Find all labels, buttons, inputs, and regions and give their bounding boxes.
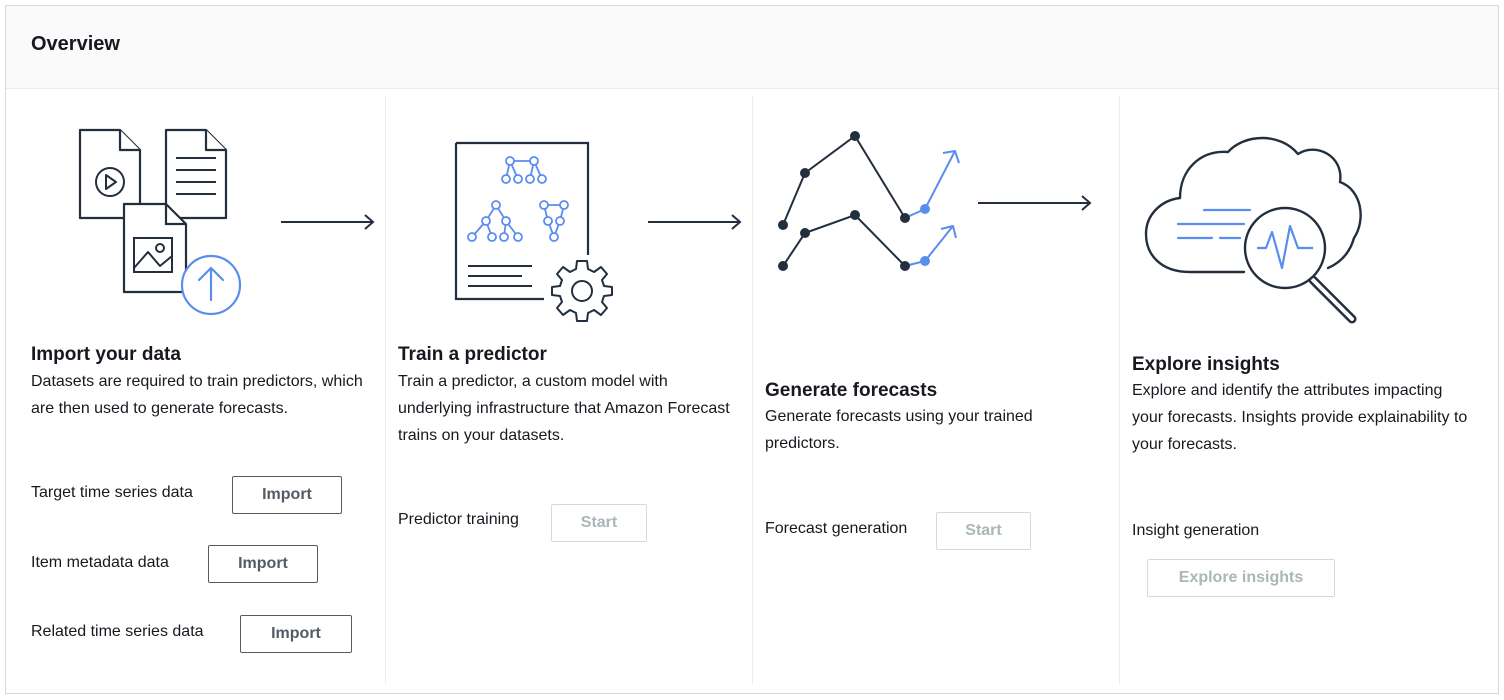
import-data-illustration bbox=[78, 128, 242, 316]
forecast-generation-label: Forecast generation bbox=[765, 520, 908, 537]
import-target-time-series-button[interactable]: Import bbox=[232, 476, 342, 514]
insights-illustration bbox=[1144, 136, 1362, 324]
column-divider bbox=[1119, 96, 1120, 684]
arrow-right-icon bbox=[978, 195, 1092, 211]
overview-panel: Overview Import your data Datasets are r… bbox=[5, 5, 1499, 694]
insight-generation-label: Insight generation bbox=[1132, 522, 1260, 539]
step-description-train: Train a predictor, a custom model with u… bbox=[398, 373, 730, 444]
import-item-metadata-button[interactable]: Import bbox=[208, 545, 318, 583]
step-description-generate: Generate forecasts using your trained pr… bbox=[765, 408, 1033, 452]
item-metadata-label: Item metadata data bbox=[31, 554, 169, 571]
step-title-insights: Explore insights bbox=[1132, 354, 1280, 375]
arrow-right-icon bbox=[648, 214, 742, 230]
arrow-right-icon bbox=[281, 214, 375, 230]
explore-insights-button[interactable]: Explore insights bbox=[1147, 559, 1335, 597]
target-time-series-label: Target time series data bbox=[31, 484, 193, 501]
forecast-chart-illustration bbox=[778, 131, 960, 271]
network-graph-icon bbox=[467, 156, 569, 242]
train-predictor-illustration bbox=[454, 141, 613, 322]
start-forecast-generation-button[interactable]: Start bbox=[936, 512, 1031, 550]
gear-icon bbox=[551, 260, 613, 322]
page-title: Overview bbox=[31, 33, 120, 55]
start-predictor-training-button[interactable]: Start bbox=[551, 504, 647, 542]
import-related-time-series-button[interactable]: Import bbox=[240, 615, 352, 653]
step-description-insights: Explore and identify the attributes impa… bbox=[1132, 382, 1468, 453]
column-divider bbox=[752, 96, 753, 684]
column-divider bbox=[385, 96, 386, 684]
image-file-icon bbox=[122, 202, 188, 294]
step-title-import: Import your data bbox=[31, 344, 181, 365]
panel-header: Overview bbox=[6, 6, 1498, 89]
step-title-train: Train a predictor bbox=[398, 344, 547, 365]
predictor-training-label: Predictor training bbox=[398, 511, 519, 528]
step-description-import: Datasets are required to train predictor… bbox=[31, 373, 363, 417]
step-title-generate: Generate forecasts bbox=[765, 380, 938, 401]
related-time-series-label: Related time series data bbox=[31, 623, 204, 640]
upload-icon bbox=[180, 254, 242, 316]
